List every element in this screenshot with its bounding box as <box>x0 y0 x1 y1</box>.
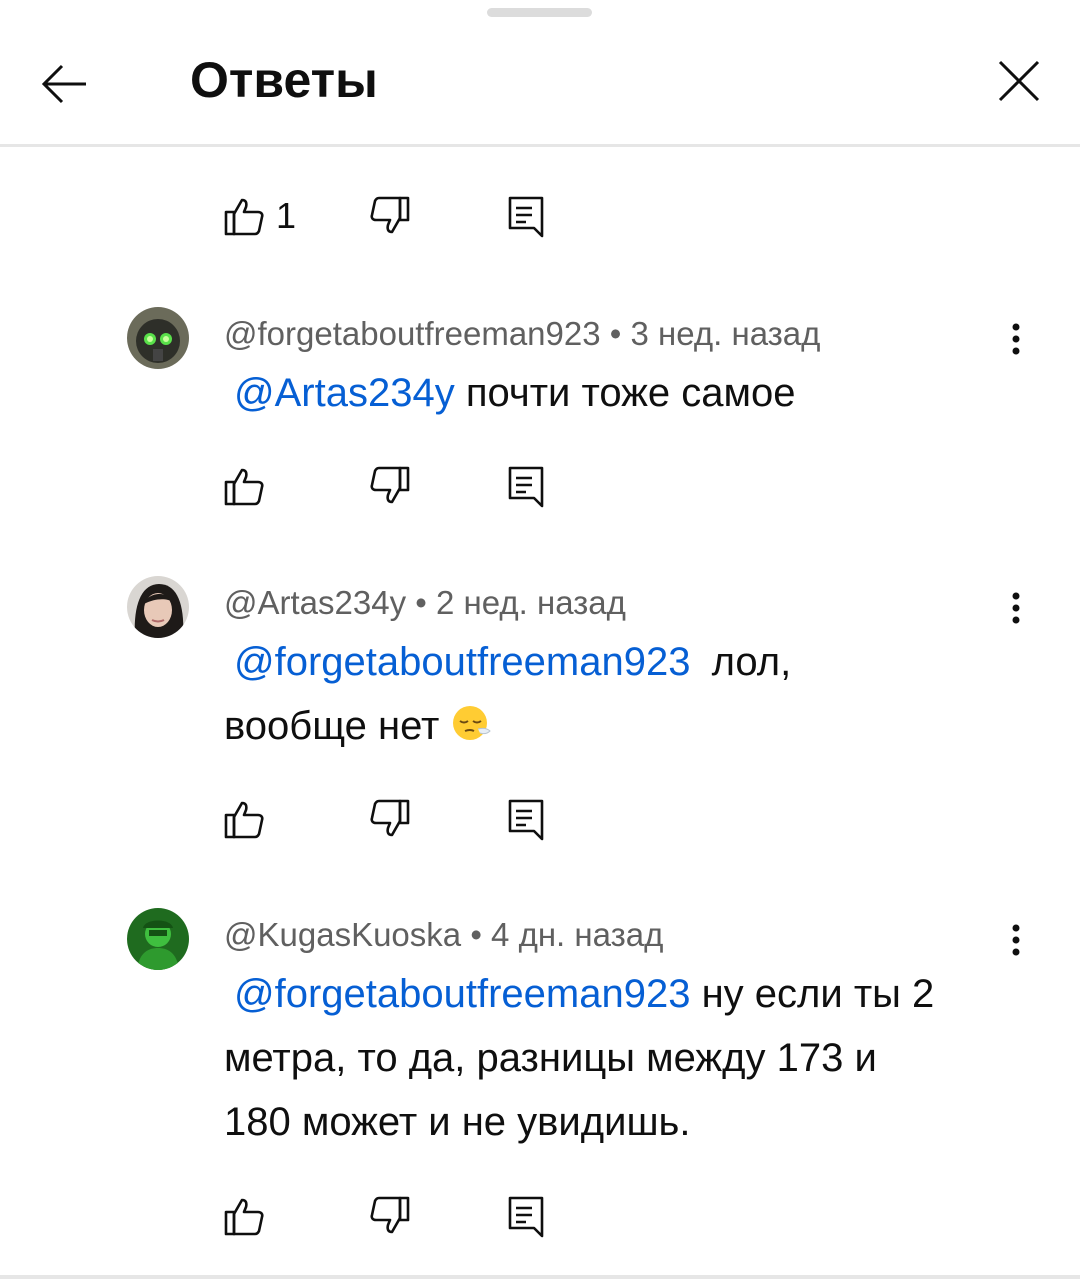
close-button[interactable] <box>992 54 1046 108</box>
mention-link[interactable]: @forgetaboutfreeman923 <box>234 640 690 684</box>
drag-handle[interactable] <box>487 8 592 17</box>
comment-text: @forgetaboutfreeman923 ну если ты 2 метр… <box>224 962 1024 1154</box>
dislike-button[interactable] <box>368 464 412 508</box>
comment-meta: @Artas234y • 2 нед. назад <box>224 582 626 624</box>
comment-text-line: вообще нет <box>224 704 440 748</box>
comment-author[interactable]: @Artas234y <box>224 584 406 621</box>
replies-header: Ответы <box>0 30 1080 147</box>
comment-time: 3 нед. назад <box>630 315 821 352</box>
avatar[interactable] <box>127 908 189 970</box>
portrait-avatar-icon <box>127 576 189 638</box>
more-options-icon[interactable] <box>996 319 1036 359</box>
soldier-avatar-icon <box>127 908 189 970</box>
like-button[interactable] <box>222 464 266 508</box>
close-icon <box>998 60 1040 102</box>
comment-meta: @KugasKuoska • 4 дн. назад <box>224 914 663 956</box>
more-options-icon[interactable] <box>996 920 1036 960</box>
reply-button[interactable] <box>504 194 548 238</box>
arrow-left-icon <box>41 64 86 104</box>
comment-text: @forgetaboutfreeman923 лол, вообще нет <box>224 630 1024 758</box>
gasmask-avatar-icon <box>127 307 189 369</box>
mention-link[interactable]: @Artas234y <box>234 371 455 415</box>
reply-button[interactable] <box>504 1194 548 1238</box>
comment-actions <box>222 452 562 512</box>
comment-time: 2 нед. назад <box>436 584 626 621</box>
like-button[interactable] <box>222 194 266 238</box>
comment-text-content: почти тоже самое <box>465 371 796 415</box>
comment-actions <box>222 785 562 845</box>
like-count: 1 <box>276 195 297 236</box>
reply-button[interactable] <box>504 464 548 508</box>
like-button[interactable] <box>222 797 266 841</box>
comment-actions <box>222 1182 562 1242</box>
avatar[interactable] <box>127 576 189 638</box>
dislike-button[interactable] <box>368 797 412 841</box>
meta-separator: • <box>609 315 622 352</box>
comment-time: 4 дн. назад <box>491 916 664 953</box>
page-title: Ответы <box>190 52 378 108</box>
sleepy-face-emoji <box>453 706 492 740</box>
comment-text: @Artas234y почти тоже самое <box>224 361 1024 425</box>
more-options-icon[interactable] <box>996 588 1036 628</box>
comment-text-line: ну если ты 2 <box>701 972 935 1016</box>
comment-author[interactable]: @forgetaboutfreeman923 <box>224 315 601 352</box>
comment-text-line: 180 может и не увидишь. <box>224 1100 691 1144</box>
like-button[interactable] <box>222 1194 266 1238</box>
mention-link[interactable]: @forgetaboutfreeman923 <box>234 972 690 1016</box>
meta-separator: • <box>415 584 427 621</box>
meta-separator: • <box>470 916 482 953</box>
comment-author[interactable]: @KugasKuoska <box>224 916 461 953</box>
dislike-button[interactable] <box>368 194 412 238</box>
parent-comment-actions: 1 <box>222 182 562 242</box>
comment-meta: @forgetaboutfreeman923 • 3 нед. назад <box>224 313 820 355</box>
avatar[interactable] <box>127 307 189 369</box>
dislike-button[interactable] <box>368 1194 412 1238</box>
comment-text-line: лол, <box>711 640 792 684</box>
comment-text-line: метра, то да, разницы между 173 и <box>224 1036 877 1080</box>
reply-button[interactable] <box>504 797 548 841</box>
back-button[interactable] <box>36 54 96 114</box>
divider <box>0 1275 1080 1279</box>
